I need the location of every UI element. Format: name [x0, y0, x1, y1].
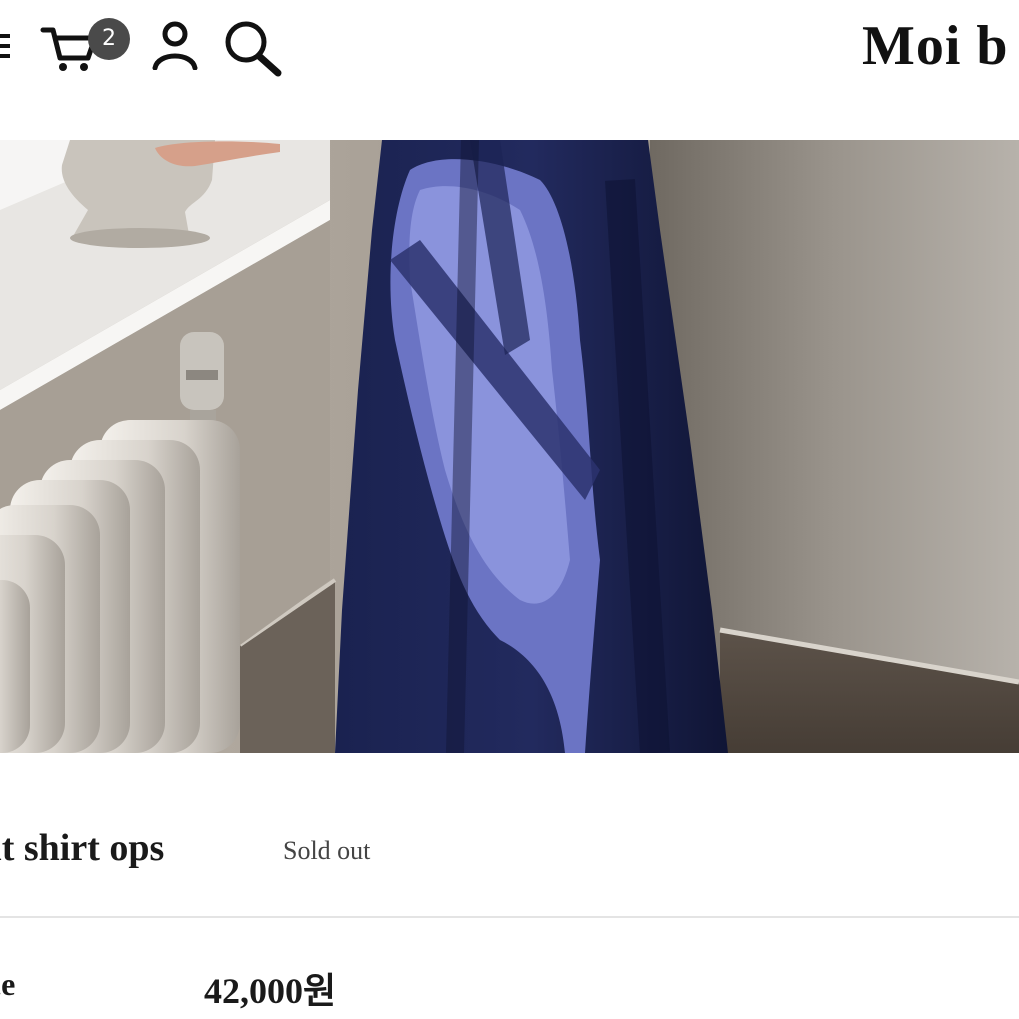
cart-count-badge: 2 — [88, 18, 130, 60]
sold-out-label: Sold out — [283, 836, 371, 865]
price-label: ice — [0, 966, 16, 1002]
menu-icon[interactable] — [0, 26, 10, 66]
product-photo[interactable] — [0, 140, 1019, 753]
user-icon[interactable] — [150, 20, 200, 70]
price-value: 42,000원 — [204, 971, 337, 1011]
search-icon[interactable] — [222, 18, 284, 78]
product-name: nit shirt ops — [0, 827, 165, 869]
site-header: 2 Moi b — [0, 0, 1019, 100]
brand-logo[interactable]: Moi b — [862, 14, 1009, 78]
divider — [0, 916, 1019, 918]
